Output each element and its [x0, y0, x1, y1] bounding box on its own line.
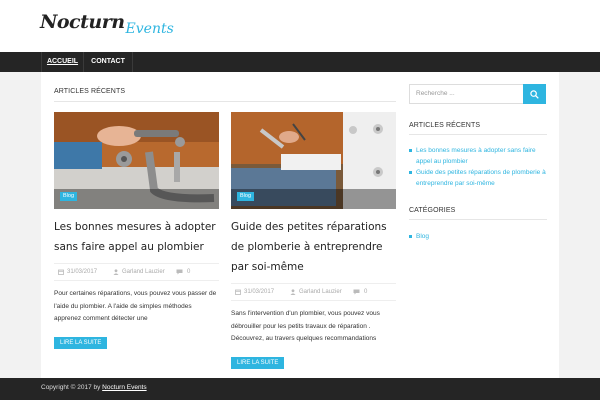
post-title[interactable]: Guide des petites réparations de plomber… [231, 217, 396, 277]
read-more-button[interactable]: LIRE LA SUITE [54, 336, 108, 349]
post-date: 31/03/2017 [67, 269, 98, 275]
thumbnail-overlay [54, 189, 219, 209]
post-meta: 31/03/2017 Garland Lauzier 0 [54, 263, 219, 281]
sidebar-category-link[interactable]: Blog [409, 231, 547, 242]
nav-item-label: ACCUEIL [46, 58, 79, 65]
site-logo[interactable]: NocturnEvents [40, 11, 174, 41]
sidebar-categories-title: CATÉGORIES [409, 207, 456, 214]
sidebar-link-text: Guide des petites réparations de plomber… [416, 169, 546, 187]
post-meta: 31/03/2017 Garland Lauzier 0 [231, 283, 396, 301]
post-excerpt: Sans l'intervention d'un plombier, vous … [231, 310, 380, 342]
nav-item-contact[interactable]: CONTACT [84, 52, 133, 72]
section-title: ARTICLES RÉCENTS [54, 88, 126, 95]
sidebar-link-text: Blog [416, 233, 430, 240]
read-more-button[interactable]: LIRE LA SUITE [231, 356, 285, 369]
bullet-icon [409, 149, 412, 152]
post-thumbnail[interactable]: Blog [54, 112, 219, 209]
site-header: NocturnEvents [0, 0, 600, 52]
sidebar-recent-link[interactable]: Guide des petites réparations de plomber… [409, 167, 547, 189]
search-icon [530, 90, 539, 99]
post-author[interactable]: Garland Lauzier [122, 264, 165, 280]
thumbnail-overlay [231, 189, 396, 209]
bullet-icon [409, 235, 412, 238]
post-author[interactable]: Garland Lauzier [299, 284, 342, 300]
sidebar-recent-link[interactable]: Les bonnes mesures à adopter sans faire … [409, 145, 547, 167]
user-icon [290, 289, 296, 295]
post-date: 31/03/2017 [244, 289, 275, 295]
search-input[interactable]: Recherche ... [409, 84, 524, 104]
post-thumbnail[interactable]: Blog [231, 112, 396, 209]
category-badge[interactable]: Blog [237, 192, 255, 201]
calendar-icon [58, 269, 64, 275]
nav-item-label: CONTACT [91, 58, 125, 65]
footer-copyright: Copyright © 2017 by Nocturn Events [41, 378, 147, 398]
category-badge[interactable]: Blog [60, 192, 78, 201]
sidebar-divider [409, 219, 547, 220]
nav-item-accueil[interactable]: ACCUEIL [41, 52, 84, 72]
sidebar-recent-title: ARTICLES RÉCENTS [409, 122, 481, 129]
comment-icon [353, 289, 360, 295]
sidebar-divider [409, 134, 547, 135]
calendar-icon [235, 289, 241, 295]
content-area: ARTICLES RÉCENTS Blog Les bonnes mesures… [41, 72, 559, 378]
comment-icon [176, 269, 183, 275]
logo-sub-text: Events [125, 21, 174, 37]
footer-copyright-text: Copyright © 2017 by [41, 384, 101, 391]
post-title[interactable]: Les bonnes mesures à adopter sans faire … [54, 217, 219, 257]
post-comments[interactable]: 0 [364, 284, 367, 300]
post-comments[interactable]: 0 [187, 264, 190, 280]
sidebar-link-text: Les bonnes mesures à adopter sans faire … [416, 147, 536, 165]
bullet-icon [409, 171, 412, 174]
main-nav: ACCUEIL CONTACT [0, 52, 600, 72]
post-card: Blog Guide des petites réparations de pl… [231, 112, 396, 369]
search-button[interactable] [523, 84, 546, 104]
user-icon [113, 269, 119, 275]
section-divider [54, 101, 396, 102]
post-excerpt: Pour certaines réparations, vous pouvez … [54, 290, 217, 322]
footer-site-link[interactable]: Nocturn Events [102, 384, 146, 391]
post-card: Blog Les bonnes mesures à adopter sans f… [54, 112, 219, 349]
site-footer: Copyright © 2017 by Nocturn Events [0, 378, 600, 400]
logo-main-text: Nocturn [40, 11, 125, 33]
